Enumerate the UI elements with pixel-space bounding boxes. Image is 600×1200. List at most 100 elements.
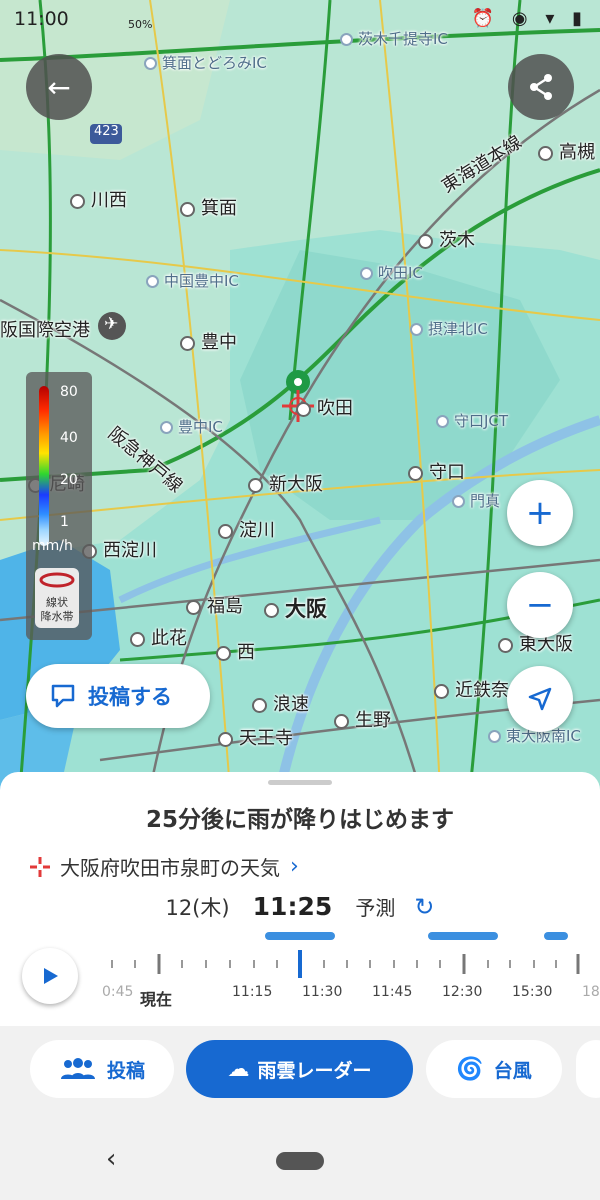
- ic-dot-icon: [144, 57, 157, 70]
- plus-icon: +: [525, 493, 555, 533]
- map-place-label: 茨木: [418, 226, 475, 252]
- nav-home-pill[interactable]: [276, 1152, 324, 1170]
- tab-typhoon-label: 台風: [493, 1059, 532, 1082]
- place-dot-icon: [180, 335, 195, 351]
- share-icon: [530, 74, 552, 100]
- map-place-label: 守口: [408, 458, 465, 484]
- place-dot-icon: [218, 731, 233, 747]
- zoom-in-button[interactable]: +: [507, 480, 573, 546]
- map-place-label: 豊中: [180, 328, 237, 354]
- legend-line-label-1: 線状: [46, 596, 68, 609]
- place-dot-icon: [498, 637, 513, 653]
- place-dot-icon: [252, 697, 267, 713]
- legend-unit: mm/h: [32, 538, 73, 554]
- current-location-button[interactable]: [507, 666, 573, 732]
- precip-legend: 80 40 20 1 mm/h 線状 降水帯: [26, 372, 92, 640]
- map-ic-label: 箕面とどろみIC: [144, 52, 267, 73]
- timeline-label: 0:45: [102, 984, 134, 1000]
- map-ic-label: 摂津北IC: [410, 318, 488, 339]
- map-ic-label: 豊中IC: [160, 416, 223, 437]
- place-dot-icon: [130, 631, 145, 647]
- legend-line-label-2: 降水帯: [40, 610, 74, 623]
- ic-dot-icon: [452, 495, 465, 508]
- timeline-label: 11:15: [232, 984, 273, 1000]
- map-place-label: 福島: [186, 592, 243, 618]
- tab-typhoon[interactable]: 🌀 台風: [426, 1040, 562, 1098]
- tab-post[interactable]: 投稿: [30, 1040, 174, 1098]
- place-dot-icon: [434, 683, 449, 699]
- now-label: 現在: [140, 990, 173, 1009]
- map-place-label: 新大阪: [248, 470, 323, 496]
- place-dot-icon: [70, 193, 85, 209]
- timeline-label: 11:30: [302, 984, 343, 1000]
- map-place-label: 大阪: [264, 593, 327, 623]
- location-link[interactable]: 大阪府吹田市泉町の天気 ›: [28, 852, 299, 881]
- date-label: 12(木): [165, 896, 230, 920]
- legend-color-bar: [39, 386, 49, 546]
- tab-radar-label: 雨雲レーダー: [257, 1059, 372, 1082]
- ic-dot-icon: [436, 415, 449, 428]
- status-time: 11:00: [14, 8, 69, 30]
- location-label: 大阪府吹田市泉町の天気: [60, 856, 280, 880]
- status-icons: ⏰ ◉ ▾ ▮: [471, 8, 588, 29]
- post-button[interactable]: 投稿する: [26, 664, 210, 728]
- legend-tick: 80: [60, 384, 78, 400]
- nav-back-icon[interactable]: ‹: [106, 1144, 116, 1174]
- airport-label: 阪国際空港: [0, 320, 90, 341]
- refresh-icon[interactable]: ↻: [414, 893, 434, 921]
- arrow-left-icon: ←: [47, 70, 71, 104]
- timeline-slider[interactable]: 0:45 現在 11:15 11:30 11:45 12:30 15:30 18: [100, 932, 600, 1022]
- legend-tick: 20: [60, 472, 78, 488]
- place-dot-icon: [408, 465, 423, 481]
- map-place-label: 生野: [334, 706, 391, 732]
- map-place-label: 川西: [70, 186, 127, 212]
- tab-radar[interactable]: ☁ 雨雲レーダー: [186, 1040, 413, 1098]
- legend-tick: 1: [60, 514, 69, 530]
- time-label: 11:25: [252, 892, 333, 921]
- map-place-label: 西: [216, 638, 255, 664]
- tab-post-label: 投稿: [106, 1059, 145, 1082]
- ic-dot-icon: [488, 730, 501, 743]
- ic-dot-icon: [160, 421, 173, 434]
- place-dot-icon: [248, 477, 263, 493]
- map-place-label: 淀川: [218, 516, 275, 542]
- place-dot-icon: [218, 523, 233, 539]
- place-dot-icon: [264, 602, 279, 618]
- ic-dot-icon: [410, 323, 423, 336]
- post-button-label: 投稿する: [88, 685, 172, 709]
- share-button[interactable]: [508, 54, 574, 120]
- back-button[interactable]: ←: [26, 54, 92, 120]
- route-badge-label: 423: [94, 124, 119, 139]
- sheet-handle[interactable]: [268, 780, 332, 785]
- timeline-ticks: [111, 932, 580, 978]
- place-dot-icon: [538, 145, 553, 161]
- timeline-label: 18: [582, 984, 600, 1000]
- navigation-arrow-icon: [528, 687, 552, 711]
- legend-tick: 40: [60, 430, 78, 446]
- zoom-out-button[interactable]: −: [507, 572, 573, 638]
- status-signal-text: 50%: [128, 18, 153, 31]
- ic-dot-icon: [360, 267, 373, 280]
- map-ic-label: 守口JCT: [436, 410, 508, 431]
- map-ic-label: 吹田IC: [360, 262, 423, 283]
- map-place-label: 天王寺: [218, 724, 293, 750]
- forecast-label: 予測: [355, 896, 396, 920]
- play-button[interactable]: [22, 948, 78, 1004]
- map-ic-label: 中国豊中IC: [146, 270, 239, 291]
- time-row: 12(木) 11:25 予測 ↻: [0, 892, 600, 922]
- tab-more[interactable]: [576, 1040, 600, 1098]
- ic-dot-icon: [146, 275, 159, 288]
- map-place-label: 高槻: [538, 138, 595, 164]
- timeline-label: 11:45: [372, 984, 413, 1000]
- place-dot-icon: [216, 645, 231, 661]
- place-dot-icon: [418, 233, 433, 249]
- rain-cloud-icon: ☁: [227, 1056, 250, 1082]
- post-bubble-icon: [51, 684, 75, 708]
- place-dot-icon: [296, 401, 311, 417]
- crosshair-icon: [30, 856, 50, 877]
- play-icon: [44, 968, 58, 984]
- timeline-label: 12:30: [442, 984, 483, 1000]
- typhoon-icon: 🌀: [456, 1056, 484, 1082]
- map-place-label: 此花: [130, 624, 187, 650]
- map-place-label: 吹田: [296, 394, 353, 420]
